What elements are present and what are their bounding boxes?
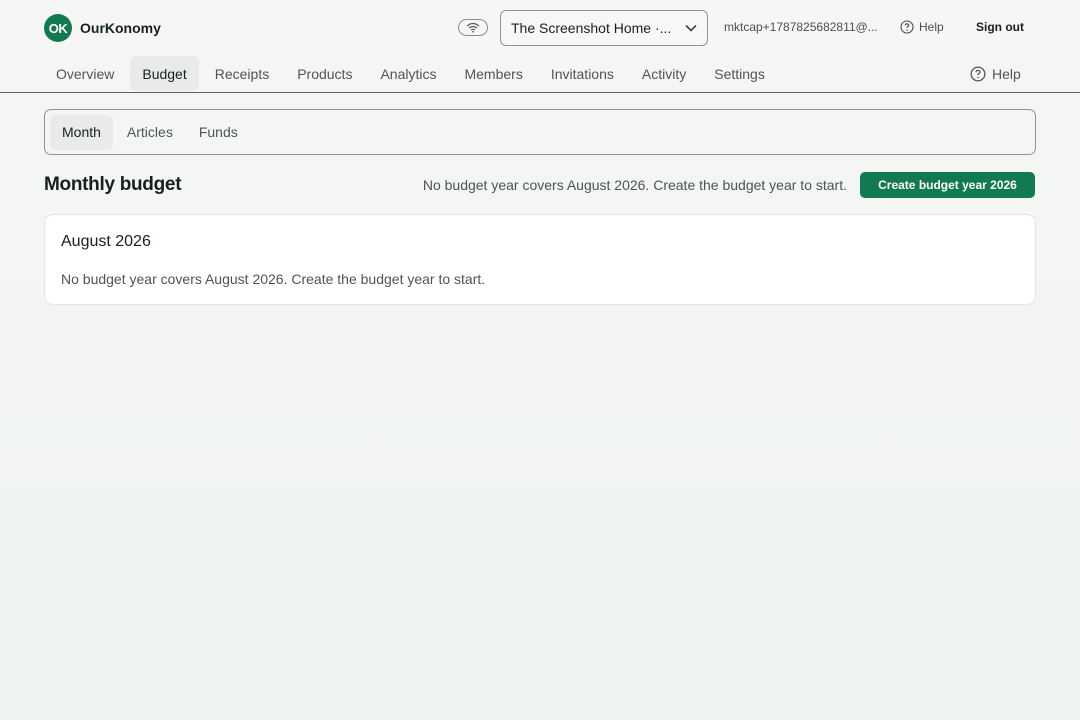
tab-members[interactable]: Members	[452, 56, 534, 91]
subtab-month[interactable]: Month	[50, 114, 113, 150]
help-link[interactable]: Help	[900, 20, 944, 34]
chevron-down-icon	[685, 24, 697, 32]
help-icon	[900, 20, 914, 34]
month-card-message: No budget year covers August 2026. Creat…	[61, 271, 486, 287]
household-selector-label: The Screenshot Home ·...	[511, 20, 672, 36]
tab-products[interactable]: Products	[285, 56, 364, 91]
nav-help-label: Help	[992, 66, 1021, 82]
household-selector[interactable]: The Screenshot Home ·...	[500, 10, 708, 46]
connection-status-icon	[458, 19, 488, 36]
month-card: August 2026 No budget year covers August…	[44, 214, 1036, 305]
nav-help-link[interactable]: Help	[970, 66, 1021, 82]
tab-receipts[interactable]: Receipts	[203, 56, 281, 91]
sign-out-button[interactable]: Sign out	[976, 20, 1024, 34]
help-icon	[970, 66, 986, 82]
main-nav: Overview Budget Receipts Products Analytics M…	[0, 56, 1080, 93]
top-bar: OK OurKonomy The Screenshot Home ·... mk…	[0, 0, 1080, 56]
budget-notice: No budget year covers August 2026. Creat…	[422, 177, 847, 193]
budget-subtabs: Month Articles Funds	[44, 109, 1036, 155]
brand[interactable]: OK OurKonomy	[44, 14, 161, 42]
tab-overview[interactable]: Overview	[44, 56, 126, 91]
nav-tabs: Overview Budget Receipts Products Analytics M…	[44, 56, 777, 91]
help-link-label: Help	[919, 20, 944, 34]
subtab-articles[interactable]: Articles	[115, 115, 185, 150]
tab-activity[interactable]: Activity	[630, 56, 698, 91]
user-email: mktcap+1787825682811@...	[724, 20, 878, 34]
tab-invitations[interactable]: Invitations	[539, 56, 626, 91]
tab-settings[interactable]: Settings	[702, 56, 777, 91]
subtab-funds[interactable]: Funds	[187, 115, 250, 150]
tab-budget[interactable]: Budget	[130, 56, 199, 91]
create-budget-year-button[interactable]: Create budget year 2026	[860, 172, 1035, 198]
month-card-title: August 2026	[61, 233, 151, 250]
page-title: Monthly budget	[44, 174, 182, 195]
brand-name: OurKonomy	[80, 20, 161, 36]
logo-icon: OK	[44, 14, 72, 42]
tab-analytics[interactable]: Analytics	[368, 56, 448, 91]
